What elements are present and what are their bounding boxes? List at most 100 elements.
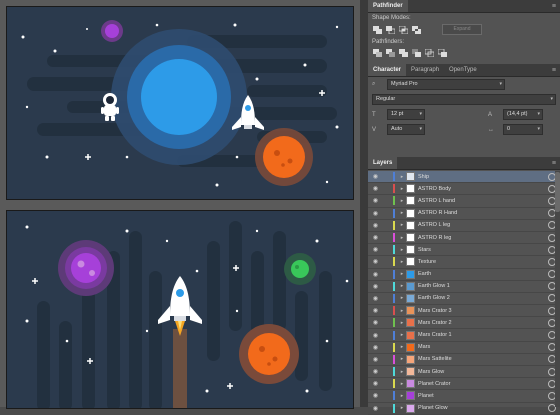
- layers-scrollbar-thumb[interactable]: [555, 172, 560, 212]
- document-canvas[interactable]: [0, 0, 360, 409]
- layer-name[interactable]: ASTRO L leg: [418, 222, 548, 228]
- eye-icon[interactable]: ◉: [368, 173, 383, 180]
- layer-name[interactable]: Earth: [418, 271, 548, 277]
- trim-button[interactable]: [385, 48, 395, 57]
- tab-opentype[interactable]: OpenType: [444, 64, 482, 76]
- layer-name[interactable]: ASTRO R Hand: [418, 210, 548, 216]
- layer-name[interactable]: Mars Crator 2: [418, 320, 548, 326]
- expand-button[interactable]: Expand: [442, 24, 482, 35]
- eye-icon[interactable]: ◉: [368, 405, 383, 412]
- layer-name[interactable]: Mars Glow: [418, 369, 548, 375]
- chevron-right-icon[interactable]: ▸: [398, 393, 406, 399]
- layer-row[interactable]: ◉ ▸ Mars Crator 1: [368, 329, 560, 342]
- chevron-right-icon[interactable]: ▸: [398, 259, 406, 265]
- tab-layers[interactable]: Layers: [368, 157, 398, 169]
- layer-row[interactable]: ◉ ▸ ASTRO L leg: [368, 220, 560, 232]
- layer-name[interactable]: ASTRO L hand: [418, 198, 548, 204]
- eye-icon[interactable]: ◉: [368, 392, 383, 399]
- chevron-right-icon[interactable]: ▸: [398, 381, 406, 387]
- leading-field[interactable]: (14,4 pt) ▾: [503, 109, 543, 120]
- layer-name[interactable]: Texture: [418, 259, 548, 265]
- merge-button[interactable]: [398, 48, 408, 57]
- layer-row[interactable]: ◉ ▸ Mars Crator 3: [368, 305, 560, 318]
- tab-paragraph[interactable]: Paragraph: [406, 64, 444, 76]
- exclude-button[interactable]: [411, 25, 421, 34]
- eye-icon[interactable]: ◉: [368, 246, 383, 253]
- layer-row[interactable]: ◉ ▸ Earth Glow 1: [368, 281, 560, 293]
- eye-icon[interactable]: ◉: [368, 258, 383, 265]
- chevron-right-icon[interactable]: ▸: [398, 174, 406, 180]
- layer-row[interactable]: ◉ ▸ ASTRO R leg: [368, 232, 560, 245]
- chevron-right-icon[interactable]: ▸: [398, 308, 406, 314]
- layer-name[interactable]: Planet Crator: [418, 381, 548, 387]
- layer-row[interactable]: ◉ ▸ Planet Crator: [368, 378, 560, 391]
- eye-icon[interactable]: ◉: [368, 283, 383, 290]
- eye-icon[interactable]: ◉: [368, 234, 383, 241]
- unite-button[interactable]: [372, 25, 382, 34]
- minus-front-button[interactable]: [385, 25, 395, 34]
- tracking-field[interactable]: 0 ▾: [503, 124, 543, 135]
- chevron-right-icon[interactable]: ▸: [398, 198, 406, 204]
- chevron-right-icon[interactable]: ▸: [398, 186, 406, 192]
- layer-name[interactable]: Planet: [418, 393, 548, 399]
- chevron-right-icon[interactable]: ▸: [398, 271, 406, 277]
- chevron-right-icon[interactable]: ▸: [398, 344, 406, 350]
- layer-row[interactable]: ◉ ▸ ASTRO R Hand: [368, 208, 560, 220]
- artboard-bottom[interactable]: [6, 210, 354, 409]
- font-family-dropdown[interactable]: Myriad Pro ▾: [387, 79, 505, 90]
- outline-button[interactable]: [424, 48, 434, 57]
- layer-row[interactable]: ◉ ▸ Earth: [368, 269, 560, 281]
- layer-row[interactable]: ◉ ▸ Mars Glow: [368, 366, 560, 379]
- panel-resize-handle[interactable]: [360, 0, 368, 407]
- layer-name[interactable]: Planet Glow: [418, 405, 548, 411]
- panel-menu-icon[interactable]: ≡: [552, 3, 556, 10]
- eye-icon[interactable]: ◉: [368, 356, 383, 363]
- layer-row[interactable]: ◉ ▸ ASTRO L hand: [368, 195, 560, 208]
- chevron-right-icon[interactable]: ▸: [398, 222, 406, 228]
- divide-button[interactable]: [372, 48, 382, 57]
- kerning-field[interactable]: Auto ▾: [387, 124, 425, 135]
- layer-name[interactable]: Ship: [418, 174, 548, 180]
- chevron-right-icon[interactable]: ▸: [398, 295, 406, 301]
- crop-button[interactable]: [411, 48, 421, 57]
- eye-icon[interactable]: ◉: [368, 185, 383, 192]
- layer-name[interactable]: ASTRO Body: [418, 186, 548, 192]
- layer-name[interactable]: Mars Crator 1: [418, 332, 548, 338]
- minus-back-button[interactable]: [437, 48, 447, 57]
- chevron-right-icon[interactable]: ▸: [398, 247, 406, 253]
- chevron-right-icon[interactable]: ▸: [398, 235, 406, 241]
- eye-icon[interactable]: ◉: [368, 344, 383, 351]
- chevron-right-icon[interactable]: ▸: [398, 283, 406, 289]
- layer-row[interactable]: ◉ ▸ Texture: [368, 256, 560, 269]
- layer-row[interactable]: ◉ ▸ Mars Sattelite: [368, 354, 560, 366]
- layer-name[interactable]: ASTRO R leg: [418, 235, 548, 241]
- eye-icon[interactable]: ◉: [368, 295, 383, 302]
- eye-icon[interactable]: ◉: [368, 197, 383, 204]
- layer-name[interactable]: Earth Glow 1: [418, 283, 548, 289]
- eye-icon[interactable]: ◉: [368, 368, 383, 375]
- panel-menu-icon[interactable]: ≡: [552, 67, 556, 74]
- layer-name[interactable]: Mars Sattelite: [418, 356, 548, 362]
- layer-name[interactable]: Mars Crator 3: [418, 308, 548, 314]
- layer-name[interactable]: Earth Glow 2: [418, 295, 548, 301]
- panel-menu-icon[interactable]: ≡: [552, 160, 556, 167]
- eye-icon[interactable]: ◉: [368, 210, 383, 217]
- eye-icon[interactable]: ◉: [368, 271, 383, 278]
- eye-icon[interactable]: ◉: [368, 380, 383, 387]
- font-size-field[interactable]: 12 pt ▾: [387, 109, 425, 120]
- layer-row[interactable]: ◉ ▸ Stars: [368, 244, 560, 257]
- layer-row[interactable]: ◉ ▸ Earth Glow 2: [368, 293, 560, 306]
- eye-icon[interactable]: ◉: [368, 307, 383, 314]
- chevron-right-icon[interactable]: ▸: [398, 332, 406, 338]
- chevron-right-icon[interactable]: ▸: [398, 320, 406, 326]
- eye-icon[interactable]: ◉: [368, 222, 383, 229]
- layer-name[interactable]: Mars: [418, 344, 548, 350]
- intersect-button[interactable]: [398, 25, 408, 34]
- artboard-top[interactable]: [6, 6, 354, 200]
- layer-row[interactable]: ◉ ▸ Ship: [368, 171, 560, 184]
- eye-icon[interactable]: ◉: [368, 319, 383, 326]
- chevron-right-icon[interactable]: ▸: [398, 210, 406, 216]
- layer-row[interactable]: ◉ ▸ ASTRO Body: [368, 183, 560, 196]
- chevron-right-icon[interactable]: ▸: [398, 369, 406, 375]
- tab-pathfinder[interactable]: Pathfinder: [368, 0, 408, 12]
